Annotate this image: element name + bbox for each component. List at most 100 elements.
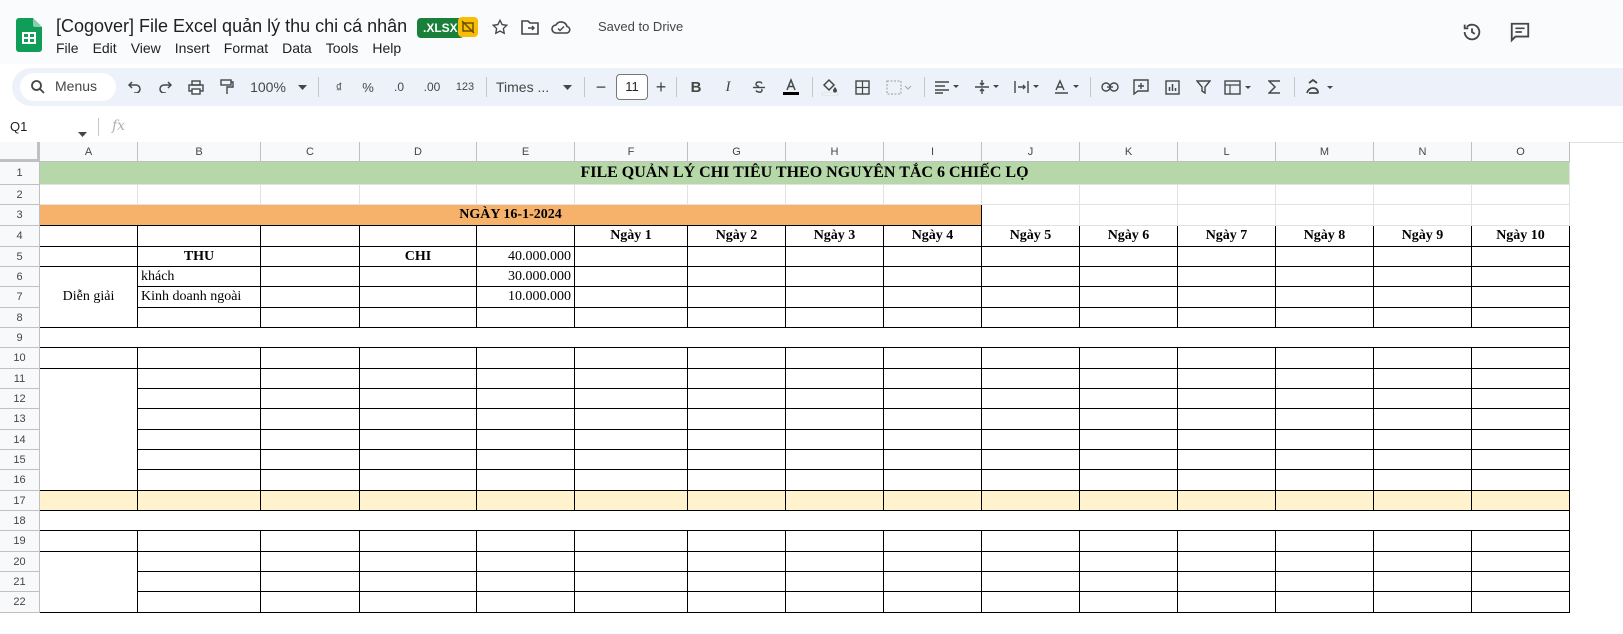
row-header-17[interactable]: 17 bbox=[0, 491, 40, 511]
cell[interactable] bbox=[40, 511, 1570, 531]
cell[interactable] bbox=[40, 226, 138, 247]
row-header-21[interactable]: 21 bbox=[0, 572, 40, 592]
cell[interactable] bbox=[1276, 430, 1374, 450]
text-color-icon[interactable] bbox=[779, 68, 803, 106]
cloud-saved-icon[interactable] bbox=[551, 17, 571, 37]
row-header-12[interactable]: 12 bbox=[0, 389, 40, 409]
cell[interactable] bbox=[884, 572, 982, 592]
cell[interactable] bbox=[982, 531, 1080, 552]
cell[interactable] bbox=[1080, 267, 1178, 287]
cell[interactable] bbox=[786, 348, 884, 369]
cell[interactable] bbox=[1276, 205, 1374, 226]
cell[interactable] bbox=[1472, 389, 1570, 409]
cell[interactable] bbox=[477, 470, 575, 491]
cell[interactable] bbox=[1276, 409, 1374, 430]
cell[interactable] bbox=[261, 430, 360, 450]
cell[interactable] bbox=[1276, 572, 1374, 592]
cell[interactable] bbox=[1374, 430, 1472, 450]
cell[interactable] bbox=[575, 531, 688, 552]
row-header-9[interactable]: 9 bbox=[0, 328, 40, 348]
cell[interactable] bbox=[884, 267, 982, 287]
increase-font-size-button[interactable]: + bbox=[652, 68, 670, 106]
cell[interactable] bbox=[1374, 470, 1472, 491]
cell[interactable] bbox=[360, 267, 477, 287]
cell[interactable] bbox=[688, 185, 786, 205]
cell[interactable] bbox=[1472, 185, 1570, 205]
cell[interactable] bbox=[1374, 491, 1472, 511]
cell[interactable] bbox=[138, 531, 261, 552]
cell[interactable] bbox=[40, 552, 138, 613]
cell[interactable] bbox=[261, 552, 360, 572]
day-header-cell[interactable]: Ngày 5 bbox=[982, 226, 1080, 247]
cell[interactable] bbox=[138, 369, 261, 389]
cell[interactable] bbox=[1472, 491, 1570, 511]
cell[interactable] bbox=[688, 308, 786, 328]
cell[interactable] bbox=[1276, 185, 1374, 205]
cell[interactable] bbox=[477, 450, 575, 470]
cell[interactable] bbox=[1472, 430, 1570, 450]
cell[interactable] bbox=[261, 572, 360, 592]
cell[interactable] bbox=[884, 450, 982, 470]
cell[interactable] bbox=[982, 247, 1080, 267]
cell[interactable] bbox=[261, 389, 360, 409]
paint-format-icon[interactable] bbox=[215, 68, 239, 106]
cell[interactable] bbox=[786, 572, 884, 592]
font-family-select[interactable]: Times ... bbox=[496, 68, 556, 106]
insert-comment-icon[interactable] bbox=[1129, 68, 1153, 106]
day-header-cell[interactable]: Ngày 4 bbox=[884, 226, 982, 247]
cell[interactable] bbox=[477, 369, 575, 389]
cell[interactable] bbox=[40, 185, 138, 205]
cell[interactable] bbox=[360, 369, 477, 389]
font-size-input[interactable]: 11 bbox=[616, 74, 648, 100]
cell[interactable] bbox=[786, 491, 884, 511]
cell[interactable] bbox=[1276, 470, 1374, 491]
cell[interactable] bbox=[360, 185, 477, 205]
column-header-l[interactable]: L bbox=[1178, 142, 1276, 162]
day-header-cell[interactable]: Ngày 8 bbox=[1276, 226, 1374, 247]
row-header-2[interactable]: 2 bbox=[0, 185, 40, 205]
text-wrapping-icon[interactable] bbox=[1010, 68, 1044, 106]
cell[interactable] bbox=[1472, 552, 1570, 572]
cell[interactable] bbox=[477, 531, 575, 552]
cell[interactable] bbox=[40, 348, 138, 369]
cell[interactable] bbox=[1080, 185, 1178, 205]
row-header-20[interactable]: 20 bbox=[0, 552, 40, 572]
row-header-1[interactable]: 1 bbox=[0, 162, 40, 185]
cell[interactable] bbox=[360, 572, 477, 592]
decrease-font-size-button[interactable]: − bbox=[592, 68, 610, 106]
cell[interactable] bbox=[261, 531, 360, 552]
cell[interactable] bbox=[1472, 470, 1570, 491]
cell[interactable] bbox=[138, 450, 261, 470]
cell[interactable] bbox=[1276, 369, 1374, 389]
cell[interactable] bbox=[786, 247, 884, 267]
cell[interactable] bbox=[1472, 247, 1570, 267]
cell[interactable] bbox=[1276, 450, 1374, 470]
cell[interactable] bbox=[1178, 470, 1276, 491]
cell[interactable] bbox=[1080, 430, 1178, 450]
cell[interactable] bbox=[477, 226, 575, 247]
cell[interactable] bbox=[1472, 205, 1570, 226]
cell[interactable] bbox=[575, 348, 688, 369]
cell[interactable] bbox=[688, 592, 786, 613]
dien-giai-cell[interactable]: Diễn giải bbox=[40, 267, 138, 328]
cell[interactable] bbox=[575, 572, 688, 592]
document-title[interactable]: [Cogover] File Excel quản lý thu chi cá … bbox=[56, 16, 407, 37]
cell[interactable] bbox=[786, 409, 884, 430]
cell-e5[interactable]: 40.000.000 bbox=[477, 247, 575, 267]
cell-e7[interactable]: 10.000.000 bbox=[477, 287, 575, 308]
cell[interactable] bbox=[884, 491, 982, 511]
cell[interactable] bbox=[1178, 287, 1276, 308]
cell[interactable] bbox=[884, 369, 982, 389]
filter-icon[interactable] bbox=[1191, 68, 1215, 106]
cell[interactable] bbox=[1374, 389, 1472, 409]
cell[interactable] bbox=[982, 287, 1080, 308]
cell[interactable] bbox=[982, 308, 1080, 328]
merge-cells-icon[interactable] bbox=[882, 68, 916, 106]
cell[interactable] bbox=[982, 369, 1080, 389]
cell[interactable] bbox=[982, 185, 1080, 205]
thu-header-cell[interactable]: THU bbox=[138, 247, 261, 267]
strikethrough-icon[interactable] bbox=[749, 68, 769, 106]
no-edit-icon[interactable] bbox=[458, 17, 478, 37]
saved-status[interactable]: Saved to Drive bbox=[598, 19, 683, 34]
column-header-f[interactable]: F bbox=[575, 142, 688, 162]
